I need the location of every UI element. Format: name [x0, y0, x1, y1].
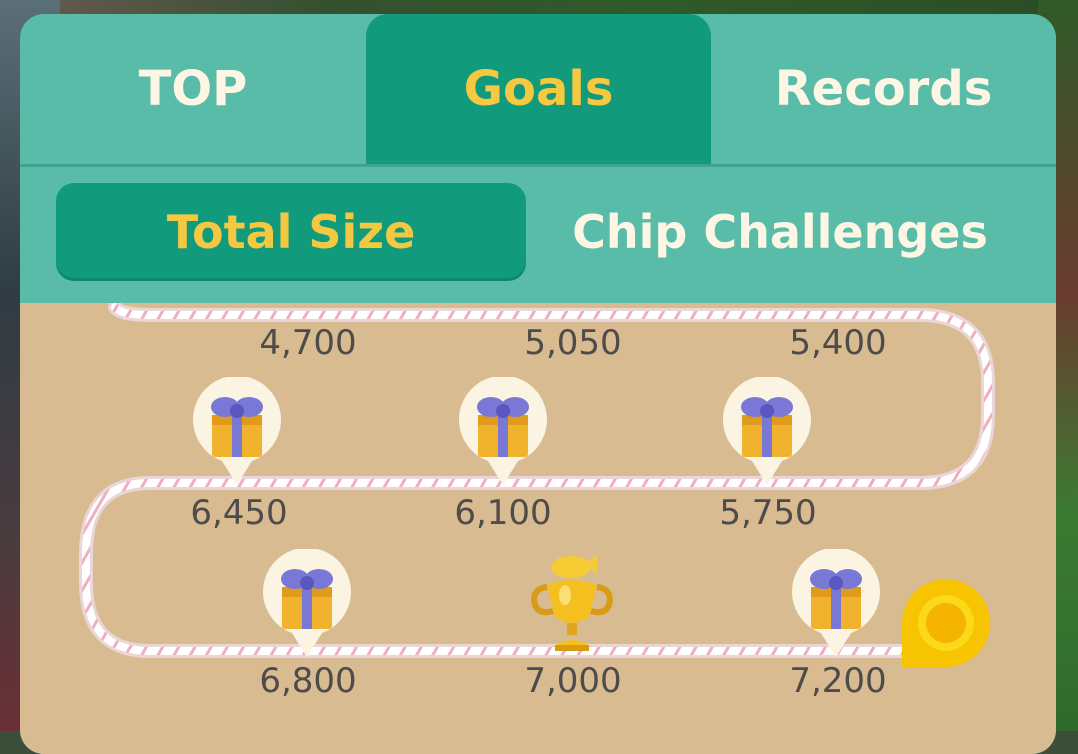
gift-icon[interactable] [456, 377, 550, 487]
goal-value: 6,800 [259, 661, 357, 701]
goal-value: 7,200 [789, 661, 887, 701]
current-progress-marker-icon [902, 579, 990, 667]
tab-top[interactable]: TOP [20, 14, 366, 164]
goal-value: 5,750 [719, 493, 817, 533]
goal-value: 6,100 [454, 493, 552, 533]
goal-value: 7,000 [524, 661, 622, 701]
gift-icon[interactable] [720, 377, 814, 487]
gift-icon[interactable] [260, 549, 354, 659]
goals-panel: TOP Goals Records Total Size Chip Challe… [20, 14, 1056, 754]
goal-value: 5,050 [524, 323, 622, 363]
goal-value: 4,700 [259, 323, 357, 363]
subtab-total-size[interactable]: Total Size [56, 183, 526, 281]
main-tab-bar: TOP Goals Records [20, 14, 1056, 164]
tab-records[interactable]: Records [711, 14, 1056, 164]
goal-value: 6,450 [190, 493, 288, 533]
tab-goals[interactable]: Goals [366, 14, 711, 164]
trophy-icon[interactable] [527, 549, 617, 659]
subtab-chip-challenges[interactable]: Chip Challenges [540, 183, 1020, 281]
sub-tab-bar: Total Size Chip Challenges [20, 167, 1056, 303]
goal-value: 5,400 [789, 323, 887, 363]
goals-track-area: 4,700 5,050 5,400 6,450 6,100 5,750 6,80… [20, 303, 1056, 754]
gift-icon[interactable] [190, 377, 284, 487]
gift-icon[interactable] [789, 549, 883, 659]
